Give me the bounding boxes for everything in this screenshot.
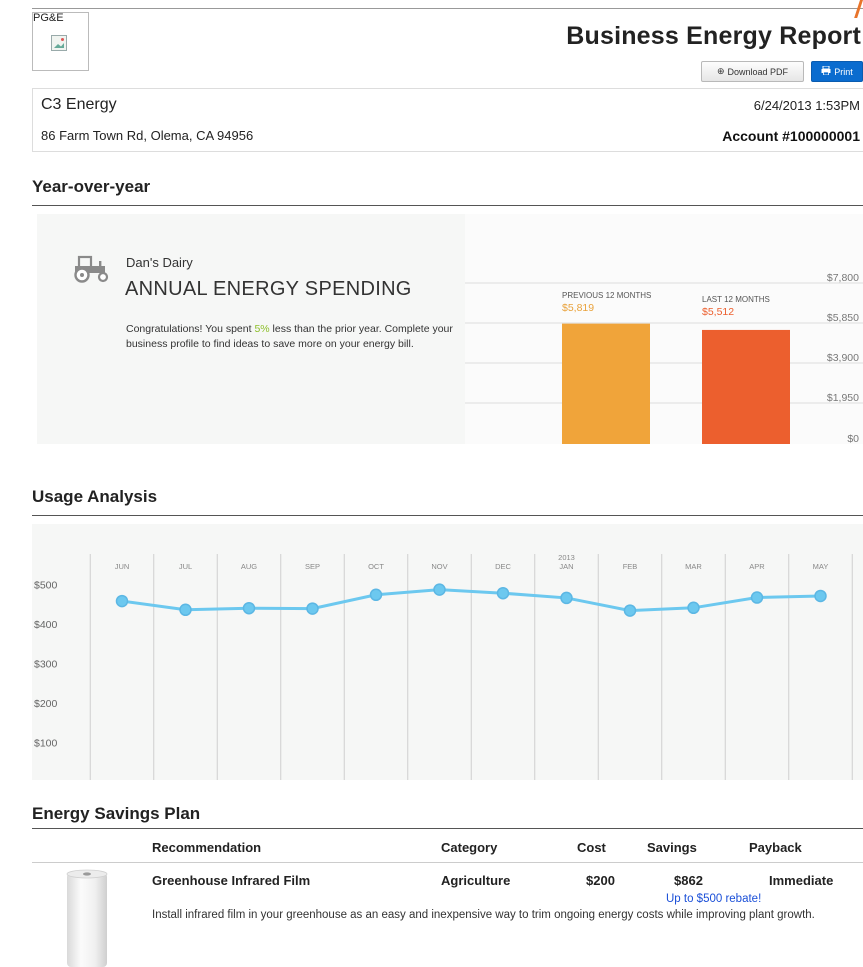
summary-text-start: Congratulations! You spent	[126, 323, 255, 335]
usage-month-label: JUL	[179, 562, 192, 571]
usage-section-title: Usage Analysis	[32, 487, 158, 506]
header-payback: Payback	[749, 840, 802, 855]
savings-percent: 5%	[254, 323, 270, 335]
download-pdf-button[interactable]: ⊕ Download PDF	[701, 61, 804, 82]
usage-point	[814, 589, 827, 603]
annual-spending-svg: $0 $1,950 $3,900 $5,850 $7,800 PREVIOUS 12 MO…	[465, 272, 863, 444]
yoy-tick-label: $3,900	[827, 352, 859, 364]
usage-panel: JUN JUL AUG SEP OCT NOV DEC JAN 2013 FEB MAR APR MAY…	[32, 524, 863, 780]
savings-section-rule	[32, 828, 863, 829]
annual-spending-chart: $0 $1,950 $3,900 $5,850 $7,800 PREVIOUS 12 MO…	[465, 214, 863, 444]
usage-tick-label: $400	[34, 619, 58, 631]
page-title: Business Energy Report	[566, 22, 861, 50]
usage-point	[560, 591, 573, 605]
rebate-link[interactable]: Up to $500 rebate!	[666, 893, 761, 905]
company-address: 86 Farm Town Rd, Olema, CA 94956	[41, 128, 254, 143]
business-name: Dan's Dairy	[126, 255, 193, 270]
table-header-rule	[32, 862, 863, 863]
recommendation-description: Install infrared film in your greenhouse…	[152, 909, 815, 921]
usage-month-label: SEP	[305, 562, 320, 571]
yoy-tick-label: $7,800	[827, 272, 859, 284]
usage-month-label: JUN	[115, 562, 130, 571]
header-cost: Cost	[577, 840, 606, 855]
download-pdf-label: Download PDF	[727, 66, 789, 77]
broken-image-icon	[51, 35, 67, 51]
report-datetime: 6/24/2013 1:53PM	[753, 98, 860, 113]
infrared-film-image	[65, 869, 109, 967]
usage-point	[623, 604, 637, 617]
header-category: Category	[441, 840, 498, 855]
corner-accent	[847, 0, 863, 18]
usage-chart-svg: JUN JUL AUG SEP OCT NOV DEC JAN2013 FEB MAR APR MAY…	[34, 553, 853, 780]
header-recommendation: Recommendation	[152, 840, 262, 855]
usage-month-label: NOV	[431, 562, 447, 571]
yoy-bar-category: LAST 12 MONTHS	[702, 295, 770, 304]
savings-section-title: Energy Savings Plan	[32, 804, 201, 823]
usage-month-label: AUG	[241, 562, 257, 571]
usage-month-label: FEB	[623, 562, 638, 571]
tractor-icon	[73, 255, 111, 283]
usage-month-label: OCT	[368, 562, 384, 571]
usage-point	[242, 601, 256, 615]
spending-summary: Congratulations! You spent 5% less than …	[126, 322, 456, 352]
recommendation-category: Agriculture	[441, 873, 511, 888]
company-name: C3 Energy	[41, 96, 117, 113]
usage-point	[433, 583, 446, 596]
print-button[interactable]: Print	[811, 61, 863, 82]
yoy-section-rule	[32, 205, 863, 206]
usage-point	[369, 588, 383, 602]
usage-month-label: MAR	[685, 562, 702, 571]
usage-tick-label: $200	[34, 698, 58, 710]
yoy-section-title: Year-over-year	[32, 177, 151, 196]
usage-tick-label: $300	[34, 659, 58, 671]
yoy-bar	[562, 323, 650, 444]
yoy-tick-label: $5,850	[827, 312, 859, 324]
recommendation-savings: $862	[674, 873, 703, 888]
yoy-panel: Dan's Dairy ANNUAL ENERGY SPENDING Congr…	[37, 214, 863, 444]
usage-point	[496, 586, 510, 600]
yoy-bar-value: $5,819	[562, 302, 594, 314]
usage-tick-label: $100	[34, 738, 58, 750]
logo-text: PG&E	[33, 12, 64, 24]
header-rule	[32, 8, 863, 9]
recommendation-cost: $200	[586, 873, 615, 888]
recommendation-name[interactable]: Greenhouse Infrared Film	[152, 873, 310, 888]
annual-spending-heading: ANNUAL ENERGY SPENDING	[125, 278, 412, 300]
yoy-tick-label: $0	[847, 433, 859, 444]
usage-tick-label: $500	[34, 580, 58, 592]
account-info: C3 Energy 86 Farm Town Rd, Olema, CA 949…	[32, 88, 863, 152]
logo: PG&E	[32, 12, 89, 71]
print-label: Print	[834, 66, 853, 77]
usage-point	[306, 602, 319, 615]
usage-point	[115, 594, 129, 608]
usage-point	[687, 601, 700, 615]
download-icon: ⊕	[716, 66, 725, 76]
usage-year-label: 2013	[558, 553, 575, 562]
yoy-bar	[702, 329, 790, 444]
yoy-tick-label: $1,950	[827, 392, 859, 404]
usage-month-label: MAY	[813, 562, 829, 571]
printer-icon	[821, 65, 831, 77]
yoy-bar-category: PREVIOUS 12 MONTHS	[562, 291, 651, 300]
yoy-bar-value: $5,512	[702, 306, 734, 318]
recommendation-payback: Immediate	[769, 873, 834, 888]
usage-section-rule	[32, 515, 863, 516]
usage-point	[179, 603, 192, 617]
account-number: Account #100000001	[722, 128, 860, 144]
header-savings: Savings	[647, 840, 697, 855]
usage-month-label: DEC	[495, 562, 511, 571]
usage-month-label: JAN	[559, 562, 573, 571]
usage-month-label: APR	[749, 562, 765, 571]
usage-point	[750, 591, 764, 604]
